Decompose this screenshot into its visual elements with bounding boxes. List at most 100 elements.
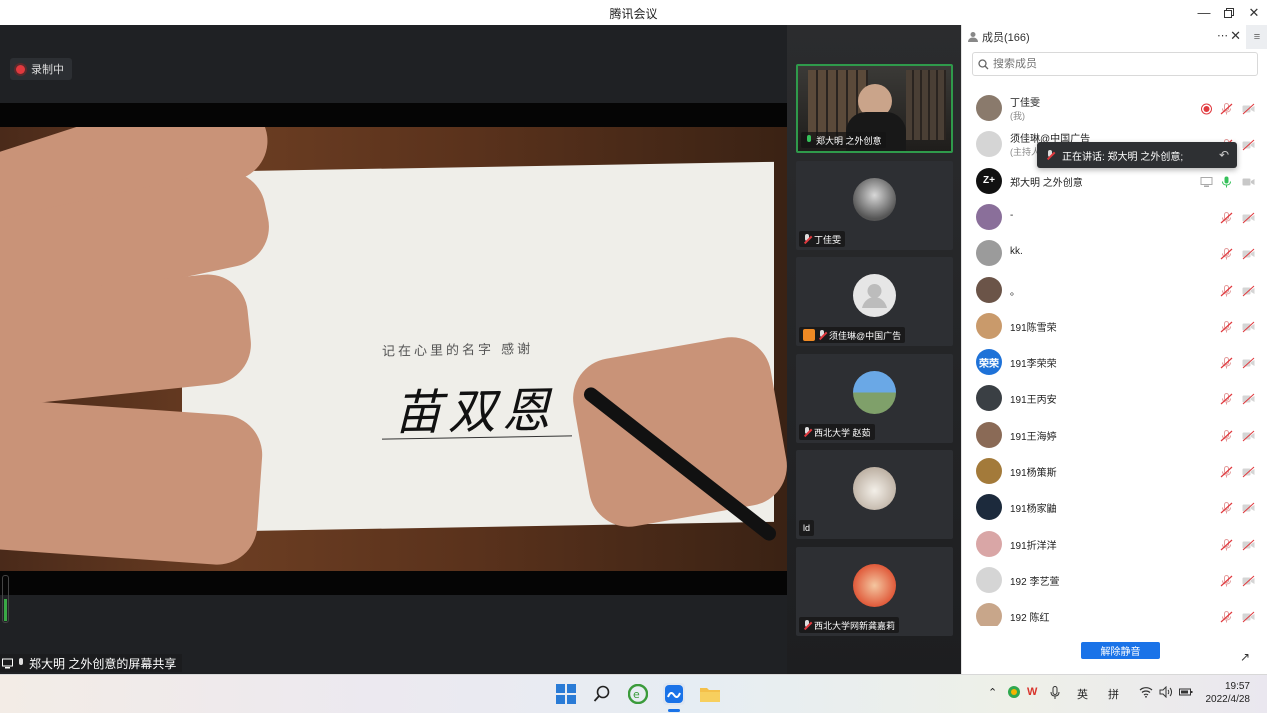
- reply-icon[interactable]: ↶: [1219, 148, 1229, 162]
- mic-muted-icon[interactable]: [1220, 211, 1233, 224]
- tile-name: ld: [803, 523, 811, 533]
- video-tile[interactable]: 西北大学 赵茹: [796, 354, 953, 443]
- restore-icon[interactable]: [1217, 0, 1241, 25]
- member-search[interactable]: [972, 52, 1258, 76]
- tile-name: 须佳琳@中国广告: [829, 330, 902, 341]
- minimize-icon[interactable]: —: [1192, 0, 1216, 25]
- recording-label: 录制中: [31, 64, 64, 76]
- mic-muted-icon[interactable]: [1220, 320, 1233, 333]
- recording-icon: [1200, 102, 1213, 115]
- member-row[interactable]: 191王丙安: [962, 380, 1267, 416]
- camera-off-icon[interactable]: [1242, 102, 1255, 115]
- search-icon[interactable]: [591, 683, 613, 705]
- members-title: 成员(166): [982, 32, 1030, 44]
- avatar: [976, 240, 1002, 267]
- mic-on-icon[interactable]: [1220, 175, 1233, 188]
- recording-badge[interactable]: 录制中: [10, 58, 72, 80]
- title-bar: 腾讯会议 — ✕: [0, 0, 1267, 25]
- mic-muted-icon[interactable]: [1220, 610, 1233, 623]
- tencent-meeting-icon[interactable]: [663, 683, 685, 705]
- member-name: 191陈雪荣: [1010, 322, 1057, 334]
- avatar: [853, 274, 896, 317]
- mic-muted-icon[interactable]: [1220, 538, 1233, 551]
- more-icon[interactable]: ⋯: [1217, 29, 1229, 42]
- mic-on-icon: [805, 134, 813, 146]
- member-row[interactable]: 191折洋洋: [962, 526, 1267, 562]
- mic-muted-icon[interactable]: [1220, 102, 1233, 115]
- member-row[interactable]: 荣荣 191李荣荣: [962, 344, 1267, 380]
- camera-off-icon[interactable]: [1242, 320, 1255, 333]
- mic-muted-icon[interactable]: [1220, 284, 1233, 296]
- camera-off-icon[interactable]: [1242, 538, 1255, 550]
- close-icon[interactable]: ✕: [1242, 0, 1266, 25]
- member-row[interactable]: -: [962, 199, 1267, 235]
- member-name: kk.: [1010, 246, 1023, 258]
- wifi-icon[interactable]: [1139, 686, 1153, 701]
- mic-muted-icon[interactable]: [1220, 247, 1233, 260]
- mic-muted-icon[interactable]: [1220, 356, 1233, 369]
- sharer-caption-text: 郑大明 之外创意的屏幕共享: [29, 656, 177, 671]
- video-tile[interactable]: 西北大学网新龚嘉莉: [796, 547, 953, 636]
- camera-off-icon[interactable]: [1242, 574, 1255, 587]
- ime-mode[interactable]: 拼: [1108, 686, 1119, 702]
- search-icon: [978, 58, 989, 69]
- tile-name: 西北大学网新龚嘉莉: [814, 620, 896, 631]
- host-badge-icon: [803, 329, 815, 341]
- member-role: (我): [1010, 111, 1025, 121]
- camera-off-icon[interactable]: [1242, 429, 1255, 442]
- battery-icon[interactable]: [1179, 686, 1193, 701]
- member-row[interactable]: 192 陈红: [962, 598, 1267, 626]
- wps-tray-icon[interactable]: W: [1027, 686, 1037, 698]
- video-tile[interactable]: 丁佳雯: [796, 161, 953, 250]
- camera-off-icon[interactable]: [1242, 392, 1255, 405]
- camera-off-icon[interactable]: [1242, 501, 1255, 514]
- screen-share-icon: [2, 658, 13, 668]
- clock-time: 19:57: [1224, 681, 1250, 692]
- member-row[interactable]: 192 李艺萱: [962, 562, 1267, 598]
- camera-off-icon[interactable]: [1242, 284, 1255, 296]
- close-panel-icon[interactable]: ✕: [1230, 28, 1241, 44]
- video-tile[interactable]: 郑大明 之外创意: [796, 64, 953, 153]
- microphone-tray-icon[interactable]: [1050, 686, 1060, 703]
- ime-language[interactable]: 英: [1077, 686, 1088, 702]
- camera-off-icon[interactable]: [1242, 610, 1255, 623]
- camera-off-icon[interactable]: [1242, 356, 1255, 369]
- camera-off-icon[interactable]: [1242, 465, 1255, 478]
- mic-muted-icon[interactable]: [1220, 574, 1233, 587]
- wechat-tray-icon[interactable]: [1007, 685, 1021, 702]
- member-row[interactable]: 。: [962, 272, 1267, 308]
- mic-muted-icon: [803, 426, 811, 438]
- camera-off-icon[interactable]: [1242, 211, 1255, 224]
- member-row[interactable]: 191陈雪荣: [962, 308, 1267, 344]
- avatar: 荣荣: [976, 349, 1002, 376]
- member-row[interactable]: 191杨家鼬: [962, 489, 1267, 525]
- volume-icon[interactable]: [1159, 685, 1173, 701]
- hamburger-menu-icon[interactable]: ≡: [1246, 25, 1267, 49]
- camera-off-icon[interactable]: [1242, 138, 1255, 151]
- search-input[interactable]: [993, 58, 1233, 70]
- mic-muted-icon[interactable]: [1220, 501, 1233, 514]
- camera-off-icon[interactable]: [1242, 247, 1255, 260]
- member-row[interactable]: 191王海婷: [962, 417, 1267, 453]
- video-tile[interactable]: ld: [796, 450, 953, 539]
- camera-off-icon[interactable]: [1242, 175, 1255, 187]
- mic-muted-icon[interactable]: [1220, 429, 1233, 442]
- tray-expand-icon[interactable]: ⌃: [988, 686, 997, 699]
- windows-start-icon[interactable]: [555, 683, 577, 705]
- member-row[interactable]: 191杨策斯: [962, 453, 1267, 489]
- video-tile[interactable]: 须佳琳@中国广告: [796, 257, 953, 346]
- browser-icon[interactable]: e: [627, 683, 649, 705]
- unmute-all-button[interactable]: 解除静音: [1081, 642, 1160, 659]
- speaking-banner: 正在讲话: 郑大明 之外创意; ↶: [1037, 142, 1237, 168]
- file-explorer-icon[interactable]: [699, 683, 721, 705]
- mic-muted-icon[interactable]: [1220, 465, 1233, 478]
- tile-label: 须佳琳@中国广告: [799, 327, 906, 343]
- clock[interactable]: 19:57 2022/4/28: [1206, 680, 1251, 706]
- member-row[interactable]: kk.: [962, 235, 1267, 271]
- member-list[interactable]: 丁佳雯 (我) 须佳琳@中国广告 (主持人) Z+ 郑大明 之外创意 - kk.。 191陈雪荣…: [962, 90, 1267, 626]
- mic-muted-icon: [803, 233, 811, 245]
- member-row[interactable]: 丁佳雯 (我): [962, 90, 1267, 126]
- mic-muted-icon[interactable]: [1220, 392, 1233, 405]
- mic-muted-icon: [818, 329, 826, 341]
- member-name: -: [1010, 209, 1014, 221]
